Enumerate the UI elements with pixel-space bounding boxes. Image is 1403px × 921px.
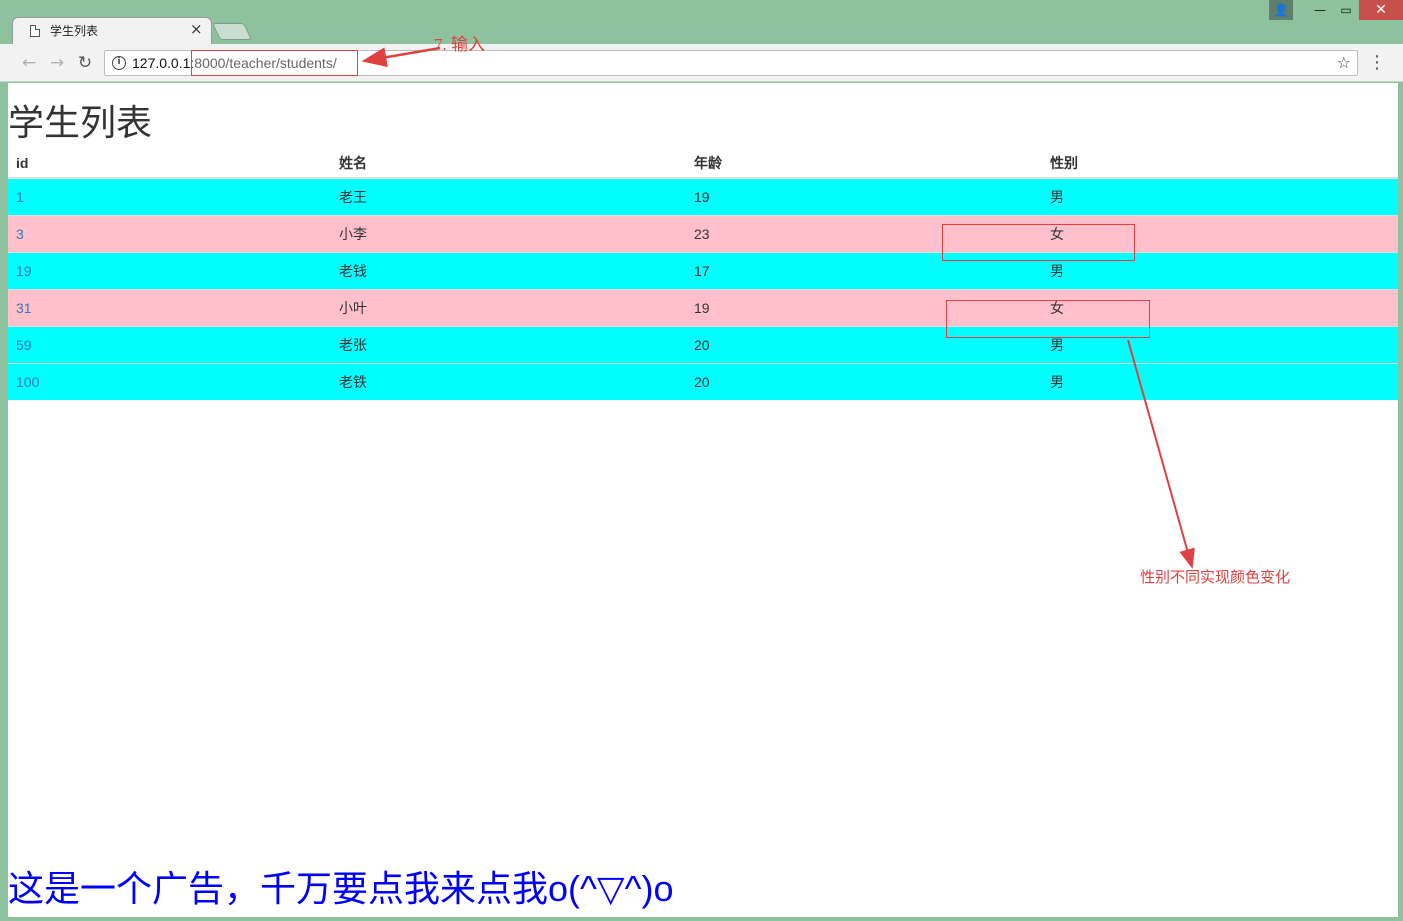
column-header-gender: 性别: [1042, 148, 1398, 179]
cell-name: 小李: [331, 214, 686, 252]
cell-id: 31: [8, 288, 331, 326]
minimize-icon[interactable]: —: [1307, 0, 1333, 20]
cell-id: 19: [8, 251, 331, 289]
cell-name: 老张: [331, 325, 686, 363]
cell-gender: 男: [1042, 362, 1398, 400]
close-window-icon[interactable]: ✕: [1359, 0, 1403, 20]
table-row: 1 老王 19 男: [8, 177, 1398, 215]
gender-highlight-box: [946, 300, 1150, 338]
color-change-note: 性别不同实现颜色变化: [1140, 568, 1291, 586]
tab-close-icon[interactable]: ×: [190, 20, 203, 38]
page-title: 学生列表: [8, 102, 153, 143]
cell-age: 20: [686, 362, 1042, 400]
column-header-id: id: [8, 148, 331, 179]
page-content: 学生列表 id 姓名 年龄 性别 1 老王 19 男 3 小李 23 女 19 …: [8, 83, 1398, 917]
column-header-name: 姓名: [331, 148, 686, 179]
table-row: 3 小李 23 女: [8, 214, 1398, 252]
tab-title: 学生列表: [50, 24, 99, 38]
maximize-icon[interactable]: ▭: [1333, 0, 1359, 20]
advertisement-link[interactable]: 这是一个广告，千万要点我来点我o(^▽^)o: [8, 869, 674, 909]
tab-content: 学生列表: [30, 17, 210, 44]
cell-id: 1: [8, 177, 331, 215]
window-titlebar: 学生列表 × 👤 — ▭ ✕: [0, 0, 1403, 44]
reload-icon[interactable]: ↻: [74, 52, 96, 74]
table-row: 19 老钱 17 男: [8, 251, 1398, 289]
students-table: id 姓名 年龄 性别 1 老王 19 男 3 小李 23 女 19 老钱 17…: [8, 148, 1398, 400]
cell-name: 老钱: [331, 251, 686, 289]
bookmark-star-icon[interactable]: ☆: [1337, 53, 1351, 72]
user-icon[interactable]: 👤: [1269, 0, 1293, 20]
page-icon: [30, 24, 40, 37]
cell-age: 19: [686, 177, 1042, 215]
cell-name: 老王: [331, 177, 686, 215]
cell-name: 老铁: [331, 362, 686, 400]
cell-gender: 男: [1042, 177, 1398, 215]
info-icon[interactable]: i: [112, 56, 126, 70]
new-tab-button[interactable]: [212, 23, 252, 40]
window-controls: 👤 — ▭ ✕: [1269, 0, 1403, 20]
cell-id: 100: [8, 362, 331, 400]
cell-name: 小叶: [331, 288, 686, 326]
step-label: 7. 输入: [434, 35, 485, 54]
url-host: 127.0.0.1: [132, 55, 191, 71]
table-row: 31 小叶 19 女: [8, 288, 1398, 326]
table-row: 100 老铁 20 男: [8, 362, 1398, 400]
table-header-row: id 姓名 年龄 性别: [8, 148, 1398, 179]
gender-highlight-box: [942, 224, 1135, 261]
column-header-age: 年龄: [686, 148, 1042, 179]
cell-id: 59: [8, 325, 331, 363]
forward-icon[interactable]: →: [46, 52, 68, 74]
table-row: 59 老张 20 男: [8, 325, 1398, 363]
browser-menu-icon[interactable]: ⋮: [1368, 52, 1386, 73]
url-highlight-box: [191, 50, 358, 76]
cell-id: 3: [8, 214, 331, 252]
back-icon[interactable]: ←: [18, 52, 40, 74]
